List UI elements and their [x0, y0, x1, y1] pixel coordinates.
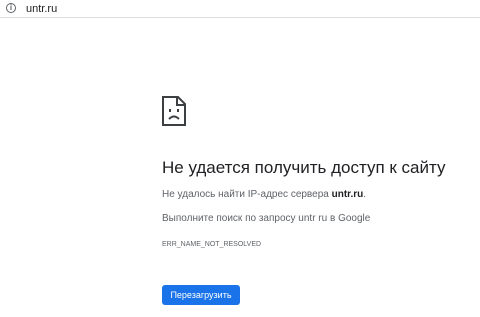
url-text[interactable]: untr.ru	[26, 2, 57, 16]
dns-error-message: Не удалось найти IP-адрес сервера untr.r…	[162, 188, 366, 202]
sad-page-icon	[162, 96, 186, 126]
dns-message-host: untr.ru	[331, 189, 364, 200]
reload-button[interactable]: Перезагрузить	[162, 285, 240, 305]
page-title: Не удается получить доступ к сайту	[162, 158, 446, 177]
info-icon[interactable]: i	[6, 3, 16, 13]
dns-message-prefix: Не удалось найти IP-адрес сервера	[162, 189, 332, 200]
dns-message-suffix: .	[363, 189, 367, 200]
error-code: ERR_NAME_NOT_RESOLVED	[162, 241, 262, 248]
address-bar[interactable]: i untr.ru	[0, 0, 480, 18]
search-suggestion[interactable]: Выполните поиск по запросу untr ru в Goo…	[162, 212, 370, 226]
